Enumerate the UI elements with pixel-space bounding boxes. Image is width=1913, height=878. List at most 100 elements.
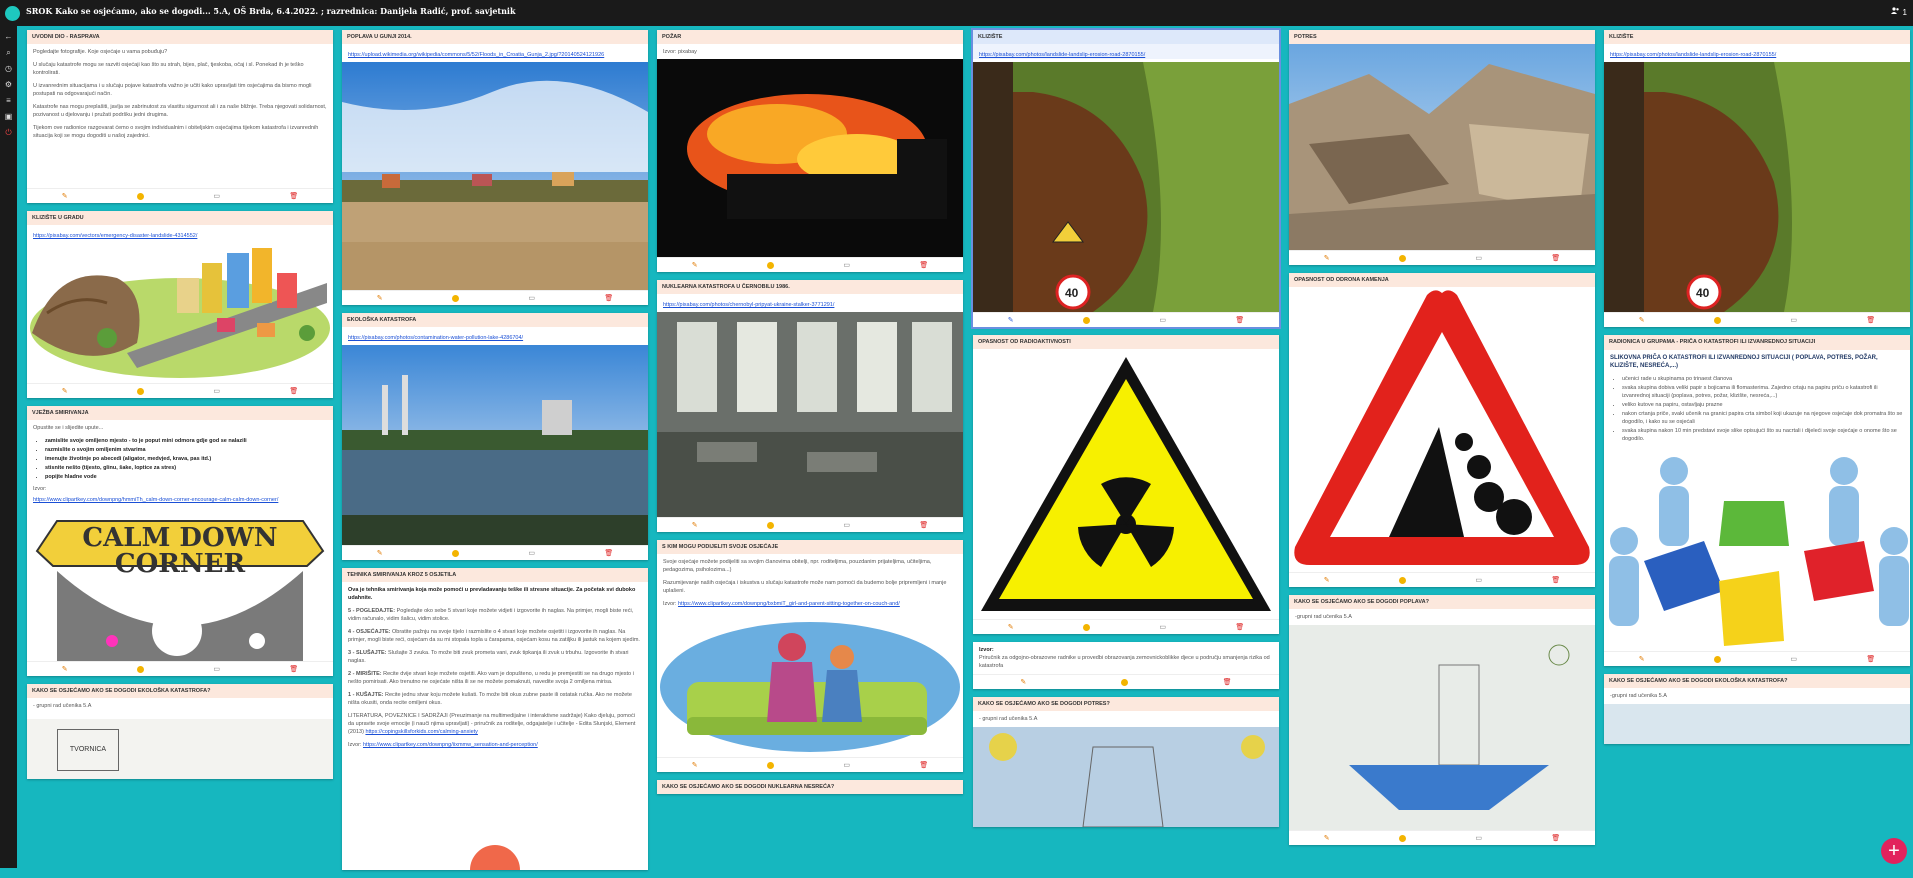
- girl-and-parent-image[interactable]: [657, 612, 963, 757]
- radiation-hazard-sign[interactable]: [973, 349, 1279, 619]
- post-radionica[interactable]: RADIONICA U GRUPAMA - PRIČA O KATASTROFI…: [1604, 335, 1910, 666]
- edit-icon[interactable]: ✎: [377, 294, 383, 302]
- like-icon[interactable]: [1082, 316, 1090, 324]
- edit-icon[interactable]: ✎: [62, 665, 68, 673]
- comment-icon[interactable]: ▭: [528, 294, 535, 302]
- post-tehnika[interactable]: TEHNIKA SMIRIVANJA KROZ 5 OSJETILA Ova j…: [342, 568, 648, 870]
- flood-photo[interactable]: [342, 62, 648, 290]
- post-nuklearna-grupe[interactable]: KAKO SE OSJEĆAMO AKO SE DOGODI NUKLEARNA…: [657, 780, 963, 794]
- post-ekoloska-grupe-2[interactable]: KAKO SE OSJEĆAMO AKO SE DOGODI EKOLOŠKA …: [1604, 674, 1910, 744]
- delete-icon[interactable]: 🗑: [919, 761, 928, 769]
- like-icon[interactable]: [766, 521, 774, 529]
- edit-icon[interactable]: ✎: [62, 192, 68, 200]
- padlet-logo[interactable]: [5, 6, 20, 21]
- like-icon[interactable]: [136, 387, 144, 395]
- landslide-road-photo[interactable]: 40: [973, 62, 1279, 312]
- members-indicator[interactable]: 1: [1891, 7, 1907, 17]
- delete-icon[interactable]: 🗑: [1235, 316, 1244, 324]
- delete-icon[interactable]: 🗑: [919, 521, 928, 529]
- post-potres[interactable]: POTRES ✎ ▭ 🗑: [1289, 30, 1595, 265]
- post-odron[interactable]: OPASNOST OD ODRONA KAMENJA ✎ ▭ 🗑: [1289, 273, 1595, 587]
- edit-icon[interactable]: ✎: [1008, 623, 1014, 631]
- layout-icon[interactable]: ▣: [4, 112, 13, 121]
- post-poplava[interactable]: POPLAVA U GUNJI 2014. https://upload.wik…: [342, 30, 648, 305]
- post-link[interactable]: https://www.clipartkey.com/downpng/bxbmi…: [678, 601, 900, 607]
- like-icon[interactable]: [451, 549, 459, 557]
- puzzle-team-image[interactable]: [1604, 451, 1910, 651]
- post-link[interactable]: https://copingskillsforkids.com/calming-…: [365, 729, 478, 735]
- post-pozar[interactable]: POŽAR Izvor: pixabay ✎ ▭ 🗑: [657, 30, 963, 272]
- post-vjezba[interactable]: VJEŽBA SMIRIVANJA Opustite se i slijedit…: [27, 406, 333, 676]
- edit-icon[interactable]: ✎: [1324, 254, 1330, 262]
- like-icon[interactable]: [1398, 576, 1406, 584]
- like-icon[interactable]: [1398, 834, 1406, 842]
- power-icon[interactable]: ⏻: [4, 128, 13, 137]
- post-link[interactable]: https://pixabay.com/photos/landslide-lan…: [1610, 51, 1904, 59]
- like-icon[interactable]: [451, 294, 459, 302]
- comment-icon[interactable]: ▭: [528, 549, 535, 557]
- comment-icon[interactable]: ▭: [843, 521, 850, 529]
- comment-icon[interactable]: ▭: [1159, 623, 1166, 631]
- comment-icon[interactable]: ▭: [1159, 316, 1166, 324]
- add-post-button[interactable]: +: [1881, 838, 1907, 864]
- comment-icon[interactable]: ▭: [843, 761, 850, 769]
- comment-icon[interactable]: ▭: [1475, 254, 1482, 262]
- delete-icon[interactable]: 🗑: [1223, 678, 1232, 686]
- edit-icon[interactable]: ✎: [692, 761, 698, 769]
- delete-icon[interactable]: 🗑: [289, 387, 298, 395]
- calm-down-corner-image[interactable]: CALM DOWN CORNER: [27, 511, 333, 661]
- back-arrow-icon[interactable]: ←: [4, 32, 13, 41]
- post-poplava-grupe[interactable]: KAKO SE OSJEĆAMO AKO SE DOGODI POPLAVA? …: [1289, 595, 1595, 845]
- comment-icon[interactable]: ▭: [213, 387, 220, 395]
- landslide-illustration[interactable]: [27, 243, 333, 383]
- sort-icon[interactable]: ≡: [4, 96, 13, 105]
- post-kliziste-1[interactable]: KLIZIŠTE https://pixabay.com/photos/land…: [971, 28, 1281, 329]
- comment-icon[interactable]: ▭: [1475, 576, 1482, 584]
- post-izvor-prirucnik[interactable]: Izvor: Priručnik za odgojno-obrazovne ra…: [973, 642, 1279, 689]
- chernobyl-photo[interactable]: [657, 312, 963, 517]
- post-link[interactable]: https://upload.wikimedia.org/wikipedia/c…: [348, 51, 642, 59]
- edit-icon[interactable]: ✎: [1020, 678, 1026, 686]
- comment-icon[interactable]: ▭: [213, 665, 220, 673]
- delete-icon[interactable]: 🗑: [1235, 623, 1244, 631]
- edit-icon[interactable]: ✎: [62, 387, 68, 395]
- delete-icon[interactable]: 🗑: [289, 665, 298, 673]
- like-icon[interactable]: [1398, 254, 1406, 262]
- delete-icon[interactable]: 🗑: [1551, 834, 1560, 842]
- post-kliziste-gradu[interactable]: KLIZIŠTE U GRADU https://pixabay.com/vec…: [27, 211, 333, 398]
- earthquake-photo[interactable]: [1289, 44, 1595, 250]
- search-icon[interactable]: ⌕: [4, 48, 13, 57]
- post-kliziste-2[interactable]: KLIZIŠTE https://pixabay.com/photos/land…: [1604, 30, 1910, 327]
- post-potres-grupe[interactable]: KAKO SE OSJEĆAMO AKO SE DOGODI POTRES? -…: [973, 697, 1279, 827]
- student-drawing[interactable]: [973, 727, 1279, 827]
- delete-icon[interactable]: 🗑: [1551, 254, 1560, 262]
- like-icon[interactable]: [1713, 316, 1721, 324]
- edit-icon[interactable]: ✎: [1324, 834, 1330, 842]
- student-drawing[interactable]: [1289, 625, 1595, 830]
- post-ekoloska-katastrofa[interactable]: EKOLOŠKA KATASTROFA https://pixabay.com/…: [342, 313, 648, 560]
- edit-icon[interactable]: ✎: [692, 521, 698, 529]
- post-link[interactable]: https://pixabay.com/vectors/emergency-di…: [33, 232, 327, 240]
- comment-icon[interactable]: ▭: [1790, 655, 1797, 663]
- like-icon[interactable]: [136, 665, 144, 673]
- delete-icon[interactable]: 🗑: [289, 192, 298, 200]
- delete-icon[interactable]: 🗑: [919, 261, 928, 269]
- post-link[interactable]: https://www.clipartkey.com/downpng/hmmiT…: [33, 496, 327, 504]
- post-link[interactable]: https://www.clipartkey.com/downpng/iixmm…: [363, 742, 538, 748]
- comment-icon[interactable]: ▭: [1790, 316, 1797, 324]
- like-icon[interactable]: [766, 761, 774, 769]
- delete-icon[interactable]: 🗑: [604, 294, 613, 302]
- edit-icon[interactable]: ✎: [1324, 576, 1330, 584]
- post-link[interactable]: https://pixabay.com/photos/contamination…: [348, 334, 642, 342]
- landslide-road-photo[interactable]: 40: [1604, 62, 1910, 312]
- student-drawing[interactable]: TVORNICA: [27, 719, 333, 779]
- delete-icon[interactable]: 🗑: [1866, 316, 1875, 324]
- edit-icon[interactable]: ✎: [1639, 655, 1645, 663]
- senses-image[interactable]: [342, 840, 648, 870]
- comment-icon[interactable]: ▭: [213, 192, 220, 200]
- delete-icon[interactable]: 🗑: [1551, 576, 1560, 584]
- clock-icon[interactable]: ◷: [4, 64, 13, 73]
- post-s-kim[interactable]: S KIM MOGU PODIJELITI SVOJE OSJEĆAJE Svo…: [657, 540, 963, 772]
- edit-icon[interactable]: ✎: [1008, 316, 1014, 324]
- post-uvodni[interactable]: UVODNI DIO - RASPRAVA Pogledajte fotogra…: [27, 30, 333, 203]
